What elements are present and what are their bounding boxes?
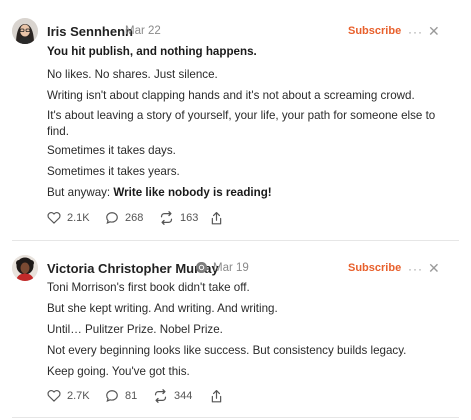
share-button[interactable] [210,389,223,404]
comment-button[interactable]: 268 [105,211,143,225]
share-icon [211,212,222,225]
post-closing-line: But anyway: Write like nobody is reading… [47,186,272,199]
verified-badge-icon [196,262,207,273]
more-options-icon[interactable]: ··· [408,26,423,38]
subscribe-button[interactable]: Subscribe [348,25,401,37]
post-date: Mar 19 [213,262,249,274]
post-date: Mar 22 [125,25,161,37]
post-headline: You hit publish, and nothing happens. [47,45,257,58]
close-icon[interactable]: ✕ [428,24,440,38]
post-paragraph: It's about leaving a story of yourself, … [47,109,436,138]
post-paragraph: But she kept writing. And writing. And w… [47,302,278,315]
heart-icon [47,211,61,224]
like-button[interactable]: 2.1K [47,211,90,224]
avatar-victoria[interactable] [12,255,38,281]
author-name[interactable]: Victoria Christopher Murray [47,261,219,276]
like-count: 2.7K [67,389,90,402]
comment-count: 81 [125,390,138,402]
restack-count: 163 [180,212,199,224]
heart-icon [47,389,61,402]
subscribe-button[interactable]: Subscribe [348,262,401,274]
post-paragraph: No likes. No shares. Just silence. [47,68,218,81]
comment-button[interactable]: 81 [105,389,137,403]
restack-count: 344 [174,390,193,402]
post-paragraph: Writing isn't about clapping hands and i… [47,89,415,102]
like-button[interactable]: 2.7K [47,389,90,402]
avatar-iris[interactable] [12,18,38,44]
close-icon[interactable]: ✕ [428,261,440,275]
post-paragraph: Sometimes it takes years. [47,165,180,178]
restack-icon [154,389,167,403]
author-name[interactable]: Iris Sennhenn [47,24,133,39]
restack-button[interactable]: 344 [153,389,192,403]
post-paragraph: Not every beginning looks like success. … [47,344,407,357]
post-divider [12,240,459,241]
post-paragraph: Sometimes it takes days. [47,144,176,157]
more-options-icon[interactable]: ··· [408,263,423,275]
comment-icon [106,212,118,224]
post-paragraph: Keep going. You've got this. [47,365,190,378]
post-paragraph: Until… Pulitzer Prize. Nobel Prize. [47,323,223,336]
like-count: 2.1K [67,211,90,224]
share-icon [211,390,222,403]
share-button[interactable] [210,211,223,226]
post-paragraph: Toni Morrison's first book didn't take o… [47,281,250,294]
comment-icon [106,390,118,402]
post-divider [12,417,459,418]
restack-button[interactable]: 163 [159,211,198,225]
restack-icon [160,211,173,225]
comment-count: 268 [125,212,144,224]
